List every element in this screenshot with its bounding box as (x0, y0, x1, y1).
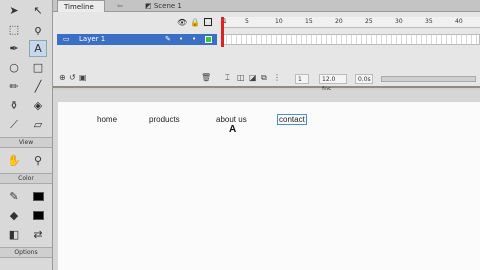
ruler-tick: 40 (455, 18, 463, 25)
fill-color-swatch[interactable] (29, 207, 47, 224)
onion-markers-icon[interactable]: ⋮ (273, 73, 281, 82)
free-transform-tool-icon[interactable]: ⬚ (5, 21, 23, 38)
nav-link-home[interactable]: home (97, 115, 117, 124)
pencil-edit-icon: ✎ (165, 35, 171, 43)
selection-tool-icon[interactable]: ➤ (5, 2, 23, 19)
stroke-color-icon[interactable]: ✎ (5, 188, 23, 205)
current-frame: 1 (295, 74, 309, 84)
view-tools: ✋ ⚲ (0, 150, 52, 171)
visible-dot-icon[interactable]: • (179, 34, 183, 45)
insert-folder-icon[interactable]: ▣ (79, 73, 87, 82)
ink-bottle-tool-icon[interactable]: ⚱ (5, 97, 23, 114)
brush-tool-icon[interactable]: ╱ (29, 78, 47, 95)
layer-name[interactable]: ▭ Layer 1 ✎ • • (57, 34, 217, 45)
oval-tool-icon[interactable]: ○ (5, 59, 23, 76)
options-label: Options (0, 247, 52, 258)
document-tab-bar: Timeline ⇦ ◩ Scene 1 (53, 0, 480, 12)
fill-color-icon[interactable]: ◆ (5, 207, 23, 224)
ruler-tick: 35 (425, 18, 433, 25)
frame-rate: 12.0 fps (319, 74, 347, 93)
nav-link-contact[interactable]: contact (277, 114, 307, 125)
lock-icon[interactable]: 🔒 (190, 18, 200, 27)
timeline-ruler[interactable]: 1 5 10 15 20 25 30 35 40 (221, 17, 480, 28)
frames-area[interactable]: 1 5 10 15 20 25 30 35 40 (221, 17, 480, 49)
stroke-color-swatch[interactable] (29, 188, 47, 205)
layer-color-icon[interactable] (205, 36, 212, 43)
pencil-tool-icon[interactable]: ✏ (5, 78, 23, 95)
black-white-icon[interactable]: ◧ (5, 226, 23, 243)
outline-icon[interactable] (204, 18, 212, 26)
show-hide-icon[interactable]: 👁 (177, 18, 187, 27)
insert-layer-icon[interactable]: ⊕ (59, 73, 66, 82)
delete-layer-icon[interactable]: 🗑 (201, 73, 211, 82)
drawing-tools: ➤ ↖ ⬚ ϙ ✒ A ○ □ ✏ ╱ ⚱ ◈ ⟋ ▱ (0, 0, 52, 135)
paint-bucket-tool-icon[interactable]: ◈ (29, 97, 47, 114)
onion-outline-icon[interactable]: ◪ (249, 73, 257, 82)
ruler-tick: 25 (365, 18, 373, 25)
color-label: Color (0, 173, 52, 184)
nav-link-about-us[interactable]: about us (216, 115, 247, 124)
playhead[interactable] (221, 17, 224, 47)
timeline-scrollbar[interactable] (381, 76, 476, 82)
edit-multiple-icon[interactable]: ⧉ (261, 73, 267, 83)
center-frame-icon[interactable]: ⌶ (225, 73, 230, 83)
subselection-tool-icon[interactable]: ↖ (29, 2, 47, 19)
tools-panel: ➤ ↖ ⬚ ϙ ✒ A ○ □ ✏ ╱ ⚱ ◈ ⟋ ▱ View ✋ ⚲ Col… (0, 0, 53, 270)
onion-skin-icon[interactable]: ◫ (237, 73, 245, 82)
add-guide-layer-icon[interactable]: ↺ (69, 73, 76, 82)
text-tool-icon[interactable]: A (29, 40, 47, 57)
text-cursor-icon: A (229, 124, 237, 135)
lasso-tool-icon[interactable]: ϙ (29, 21, 47, 38)
ruler-tick: 10 (275, 18, 283, 25)
eraser-tool-icon[interactable]: ▱ (29, 116, 47, 133)
pen-tool-icon[interactable]: ✒ (5, 40, 23, 57)
rectangle-tool-icon[interactable]: □ (29, 59, 47, 76)
lock-dot-icon[interactable]: • (192, 34, 196, 45)
timeline-panel: 👁 🔒 ▭ Layer 1 ✎ • • 1 5 10 15 20 25 30 3… (53, 12, 480, 93)
nav-link-products[interactable]: products (149, 115, 180, 124)
elapsed-time: 0.0s (355, 74, 373, 84)
zoom-tool-icon[interactable]: ⚲ (29, 152, 47, 169)
tab-timeline[interactable]: Timeline (57, 0, 105, 12)
ruler-tick: 5 (245, 18, 249, 25)
frame-cells[interactable] (221, 34, 480, 45)
scene-icon: ◩ (145, 2, 154, 10)
layer-label: Layer 1 (79, 35, 106, 43)
ruler-tick: 20 (335, 18, 343, 25)
swap-colors-icon[interactable]: ⇄ (29, 226, 47, 243)
color-tools: ✎ ◆ ◧ ⇄ (0, 186, 52, 245)
scene-label: Scene 1 (153, 2, 182, 10)
layer-icon: ▭ (63, 35, 70, 43)
timeline-footer: ⊕ ↺ ▣ 🗑 ⌶ ◫ ◪ ⧉ ⋮ 1 12.0 fps 0.0s (53, 73, 480, 93)
back-arrow-icon[interactable]: ⇦ (111, 0, 129, 12)
tab-scene[interactable]: ◩ Scene 1 (139, 0, 188, 12)
ruler-tick: 15 (305, 18, 313, 25)
view-label: View (0, 137, 52, 148)
stage[interactable]: home products about us contact A (58, 102, 480, 270)
eyedropper-tool-icon[interactable]: ⟋ (5, 116, 23, 133)
ruler-tick: 30 (395, 18, 403, 25)
hand-tool-icon[interactable]: ✋ (5, 152, 23, 169)
